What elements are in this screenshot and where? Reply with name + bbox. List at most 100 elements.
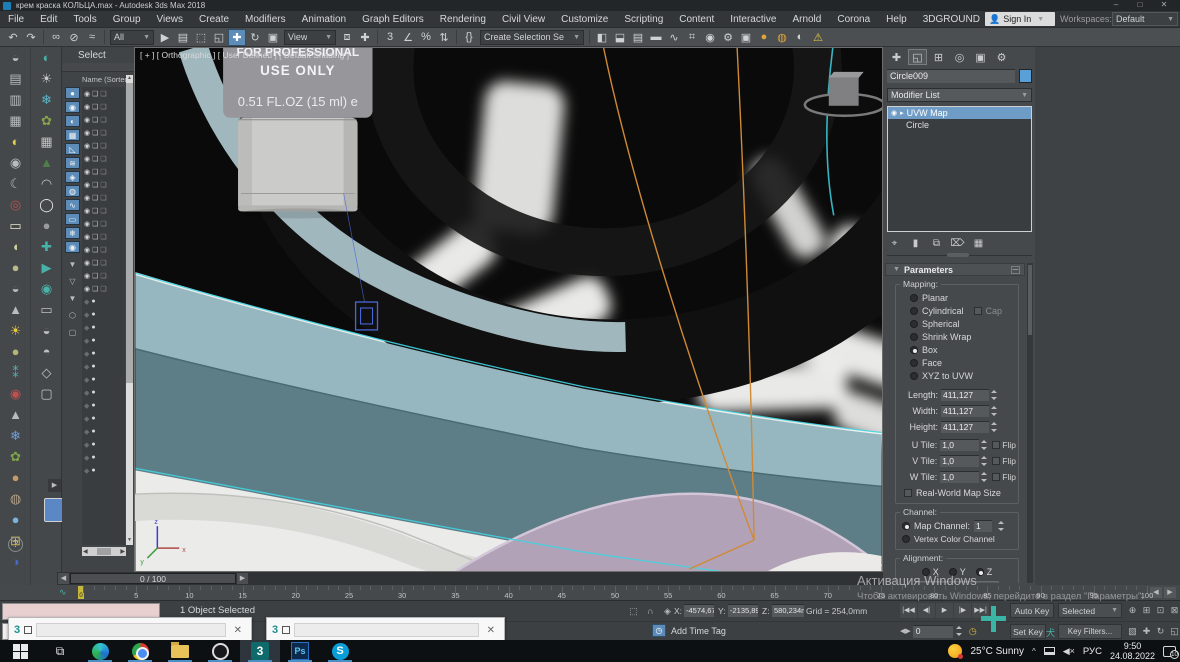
menu-views[interactable]: Views bbox=[149, 11, 192, 28]
scene-explorer-searchbar[interactable] bbox=[62, 63, 134, 72]
frame-number-field[interactable]: 0 bbox=[913, 625, 953, 638]
window-crossing-icon[interactable]: ◱ bbox=[210, 29, 228, 46]
filter-icon-10[interactable]: ❄ bbox=[65, 227, 80, 239]
dock-icon-1-17[interactable]: ▲ bbox=[0, 404, 31, 425]
remove-modifier-icon[interactable]: ⌦ bbox=[950, 237, 965, 251]
scene-object-row[interactable]: ◉❑❑ bbox=[82, 139, 125, 152]
3ds-max-taskbar-icon[interactable]: 3 bbox=[240, 640, 280, 662]
menu-customize[interactable]: Customize bbox=[553, 11, 616, 28]
bind-to-space-warp-icon[interactable]: ≈ bbox=[83, 29, 101, 46]
flyout-arrow-icon[interactable]: ▶ bbox=[48, 479, 61, 492]
eye-icon[interactable]: ◉ bbox=[84, 116, 90, 124]
select-and-link-icon[interactable]: ∞ bbox=[47, 29, 65, 46]
dock-icon-1-13[interactable]: ☀ bbox=[0, 320, 31, 341]
real-world-checkbox-row[interactable]: Real-World Map Size bbox=[898, 486, 1016, 499]
eye-icon[interactable]: ◉ bbox=[84, 272, 90, 280]
dock-icon-2-14[interactable]: ◓ bbox=[31, 341, 62, 362]
ribbon-toggle-icon[interactable]: ▬ bbox=[647, 29, 665, 46]
dock-icon-2-2[interactable]: ❄ bbox=[31, 89, 62, 110]
dock-icon-1-22[interactable]: ● bbox=[0, 509, 31, 530]
spinner[interactable] bbox=[989, 421, 998, 433]
display-toggle-icon-3[interactable]: ⬡ bbox=[65, 310, 80, 322]
dock-icon-2-4[interactable]: ▦ bbox=[31, 131, 62, 152]
select-and-scale-icon[interactable]: ▣ bbox=[264, 29, 282, 46]
dock-icon-2-12[interactable]: ▭ bbox=[31, 299, 62, 320]
scene-object-row[interactable]: ◉❑❑ bbox=[82, 178, 125, 191]
eye-icon[interactable]: ◉ bbox=[84, 220, 90, 228]
menu-modifiers[interactable]: Modifiers bbox=[237, 11, 294, 28]
zoom-all-icon[interactable]: ⊞ bbox=[1140, 603, 1153, 618]
show-end-result-icon[interactable]: ▮ bbox=[908, 237, 923, 251]
filter-icon-8[interactable]: ∿ bbox=[65, 199, 80, 211]
filter-icon-4[interactable]: ◺ bbox=[65, 143, 80, 155]
dimension-field[interactable]: 411,127 bbox=[941, 405, 989, 417]
object-name-field[interactable]: Circle009 bbox=[887, 69, 1015, 83]
radio-icon[interactable] bbox=[976, 568, 984, 576]
set-key-button[interactable]: Set Key bbox=[1010, 624, 1046, 639]
edge-icon[interactable] bbox=[80, 640, 120, 662]
orbit-icon[interactable]: ↻ bbox=[1154, 624, 1167, 639]
dock-icon-2-3[interactable]: ✿ bbox=[31, 110, 62, 131]
align-icon[interactable]: ⬓ bbox=[611, 29, 629, 46]
filter-icon-9[interactable]: ▭ bbox=[65, 213, 80, 225]
dock-icon-1-14[interactable]: ● bbox=[0, 341, 31, 362]
menu-corona[interactable]: Corona bbox=[829, 11, 878, 28]
absolute-mode-icon[interactable]: ◈ bbox=[660, 604, 675, 618]
map-channel-row[interactable]: Map Channel: 1 bbox=[898, 519, 1016, 532]
expand-icon[interactable]: ▸ bbox=[900, 109, 904, 117]
axis-option-z[interactable]: Z bbox=[976, 567, 993, 577]
scene-object-row[interactable]: ◉❑❑ bbox=[82, 217, 125, 230]
current-frame-display[interactable]: 0 / 100 bbox=[70, 573, 236, 584]
minimize-button[interactable]: – bbox=[1104, 0, 1128, 10]
filter-icon-11[interactable]: ◉ bbox=[65, 241, 80, 253]
viewport-label[interactable]: [ + ] [ Orthographic ] [ User Defined ] … bbox=[140, 50, 349, 60]
snap-toggle-icon[interactable]: 3 bbox=[381, 29, 399, 46]
maximize-button[interactable]: □ bbox=[1128, 0, 1152, 10]
dock-icon-2-15[interactable]: ◇ bbox=[31, 362, 62, 383]
start-button[interactable] bbox=[0, 640, 40, 662]
scene-item-row[interactable]: ◆● bbox=[82, 334, 125, 347]
skype-icon[interactable]: S bbox=[320, 640, 360, 662]
dock-icon-1-7[interactable]: ◎ bbox=[0, 194, 31, 215]
zoom-extents-all-icon[interactable]: ⊠ bbox=[1168, 603, 1180, 618]
tab-display[interactable]: ▣ bbox=[971, 49, 990, 65]
flip-checkbox[interactable] bbox=[992, 473, 1000, 481]
named-selection-dropdown[interactable]: Create Selection Se▼ bbox=[480, 30, 584, 45]
menu-file[interactable]: File bbox=[0, 11, 32, 28]
eye-icon[interactable]: ◉ bbox=[84, 259, 90, 267]
dock-icon-2-16[interactable]: ▢ bbox=[31, 383, 62, 404]
dock-icon-1-0[interactable]: ◒ bbox=[0, 47, 31, 68]
scene-object-row[interactable]: ◉❑❑ bbox=[82, 113, 125, 126]
axis-option-x[interactable]: X bbox=[922, 567, 939, 577]
mapping-option-planar[interactable]: Planar bbox=[898, 291, 1016, 304]
scene-object-row[interactable]: ◉❑❑ bbox=[82, 282, 125, 295]
network-icon[interactable] bbox=[1044, 647, 1055, 655]
dock-icon-1-19[interactable]: ✿ bbox=[0, 446, 31, 467]
name-column-header[interactable]: Name (Sorted A bbox=[82, 75, 126, 84]
select-by-name-icon[interactable]: ▤ bbox=[174, 29, 192, 46]
splitter-handle[interactable] bbox=[947, 253, 969, 257]
scene-object-row[interactable]: ◉❑❑ bbox=[82, 243, 125, 256]
maximize-viewport-icon[interactable]: ◱ bbox=[1168, 624, 1180, 639]
cap-checkbox[interactable] bbox=[974, 307, 982, 315]
file-explorer-icon[interactable] bbox=[160, 640, 200, 662]
time-slider[interactable]: ◀ 0 / 100 ▶ bbox=[57, 572, 883, 585]
filter-icon-1[interactable]: ◉ bbox=[65, 101, 80, 113]
mapping-option-spherical[interactable]: Spherical bbox=[898, 317, 1016, 330]
dock-icon-1-11[interactable]: ◒ bbox=[0, 278, 31, 299]
eye-icon[interactable]: ◉ bbox=[84, 129, 90, 137]
set-keys-plus-icon[interactable] bbox=[980, 604, 1007, 634]
auto-key-button[interactable]: Auto Key bbox=[1010, 603, 1054, 618]
photoshop-icon[interactable]: Ps bbox=[280, 640, 320, 662]
filter-icon-6[interactable]: ◈ bbox=[65, 171, 80, 183]
tile-field[interactable]: 1,0 bbox=[940, 439, 979, 451]
reference-coordinate-dropdown[interactable]: View▼ bbox=[284, 30, 336, 45]
menu-edit[interactable]: Edit bbox=[32, 11, 65, 28]
scene-item-row[interactable]: ◆● bbox=[82, 295, 125, 308]
display-toggle-icon-1[interactable]: ▽ bbox=[65, 276, 80, 288]
collapse-icon[interactable]: — bbox=[1011, 266, 1020, 274]
radio-icon[interactable] bbox=[902, 535, 910, 543]
scroll-right-icon[interactable]: ▶ bbox=[1164, 587, 1176, 598]
checkbox-icon[interactable] bbox=[904, 489, 912, 497]
radio-icon[interactable] bbox=[949, 568, 957, 576]
